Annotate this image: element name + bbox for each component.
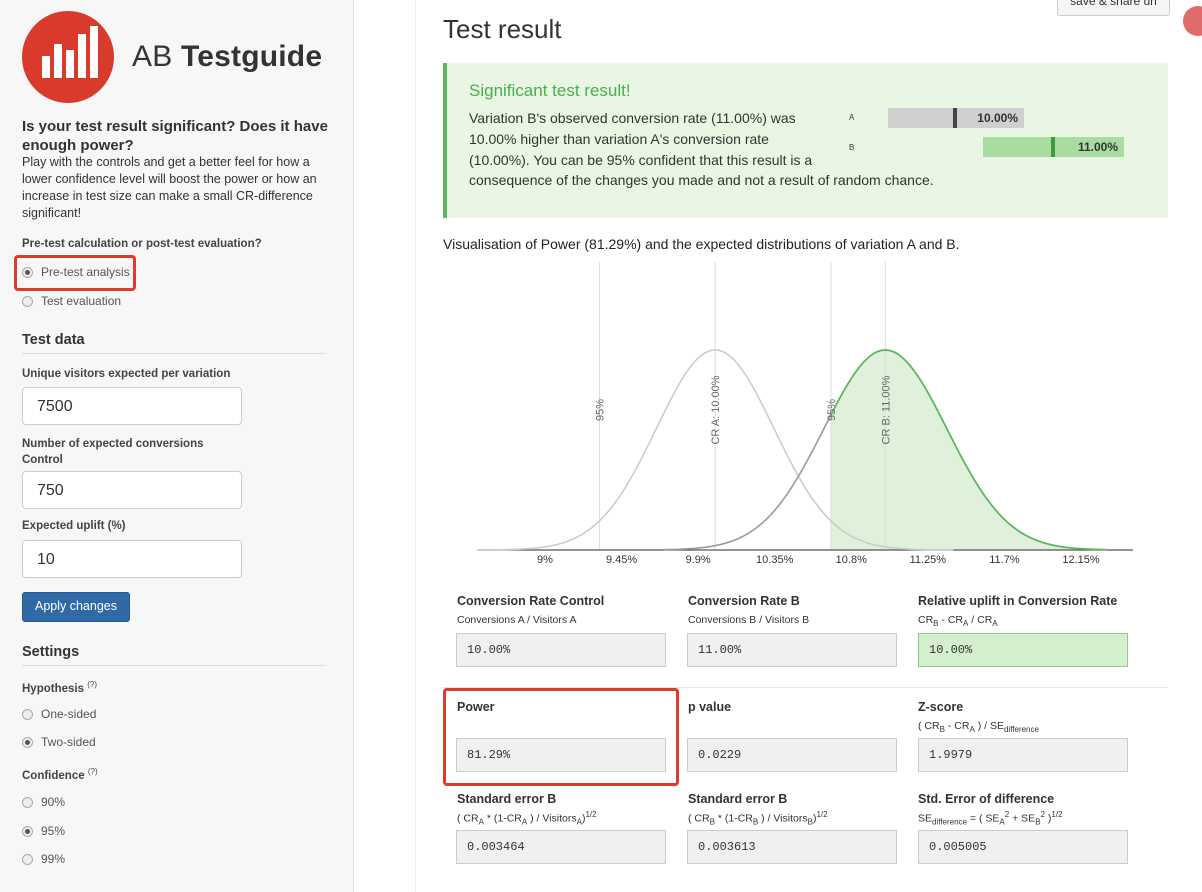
power-area	[830, 350, 1107, 550]
sidebar: AB Testguide Is your test result signifi…	[0, 0, 354, 892]
radio-one-sided[interactable]: One-sided	[22, 707, 96, 721]
cr-control-sub: Conversions A / Visitors A	[457, 614, 577, 626]
radio-indicator	[22, 736, 33, 748]
x-tick-label: 9%	[537, 554, 553, 566]
zscore-title: Z-score	[918, 700, 964, 714]
vline-label-2: 95%	[826, 399, 838, 421]
radio-confidence-95[interactable]: 95%	[22, 824, 65, 838]
conversions-label: Number of expected conversions Control	[22, 438, 204, 466]
x-tick-label: 10.35%	[756, 554, 794, 566]
vline-label-0: 95%	[594, 399, 606, 421]
bar-a-value: 10.00%	[977, 111, 1018, 125]
se-a-formula: ( CRA * (1-CRA ) / VisitorsA)1/2	[457, 810, 597, 827]
visitors-label: Unique visitors expected per variation	[22, 368, 231, 380]
bar-b-value: 11.00%	[1077, 140, 1118, 154]
radio-two-sided[interactable]: Two-sided	[22, 735, 96, 749]
bar-a-marker	[953, 108, 957, 128]
help-icon[interactable]: (?)	[87, 680, 97, 689]
se-diff-value: 0.005005	[918, 830, 1128, 864]
alert-tail: consequence of the changes you made and …	[469, 172, 934, 188]
se-b-title: Standard error B	[688, 792, 788, 806]
curve-b-left	[664, 414, 832, 551]
radio-test-evaluation[interactable]: Test evaluation	[22, 294, 121, 308]
se-a-value: 0.003464	[456, 830, 666, 864]
se-b-value: 0.003613	[687, 830, 897, 864]
bar-b: 11.00%	[983, 137, 1124, 157]
alert-body: Variation B's observed conversion rate (…	[469, 110, 813, 168]
logo-icon	[22, 11, 114, 103]
radio-indicator	[22, 266, 33, 278]
zscore-value: 1.9979	[918, 738, 1128, 772]
se-diff-formula: SEdifference = ( SEA2 + SEB2 )1/2	[918, 810, 1063, 827]
x-tick-label: 10.8%	[836, 554, 867, 566]
radio-pretest[interactable]: Pre-test analysis	[22, 265, 130, 279]
cr-b-title: Conversion Rate B	[688, 594, 800, 608]
save-share-button[interactable]: save & share url	[1057, 0, 1170, 16]
radio-indicator	[22, 295, 33, 307]
se-b-formula: ( CRB * (1-CRB ) / VisitorsB)1/2	[688, 810, 828, 827]
se-a-title: Standard error B	[457, 792, 557, 806]
x-tick-label: 9.9%	[686, 554, 711, 566]
visitors-input[interactable]: 7500	[22, 387, 242, 425]
power-title: Power	[457, 700, 495, 714]
radio-indicator	[22, 825, 33, 837]
power-value: 81.29%	[456, 738, 666, 772]
radio-indicator	[22, 853, 33, 865]
radio-confidence-99[interactable]: 99%	[22, 852, 65, 866]
distribution-chart: 95% CR A: 10.00% 95% CR B: 11.00% 9% 9.45% 9.9…	[476, 262, 1133, 566]
x-tick-label: 9.45%	[606, 554, 637, 566]
settings-heading: Settings	[22, 644, 325, 666]
se-diff-title: Std. Error of difference	[918, 792, 1055, 806]
hypothesis-label: Hypothesis (?)	[22, 680, 97, 695]
cr-b-value: 11.00%	[687, 633, 897, 667]
mode-question: Pre-test calculation or post-test evalua…	[22, 238, 262, 250]
uplift-title: Relative uplift in Conversion Rate	[918, 594, 1118, 608]
brand-name[interactable]: AB Testguide	[132, 40, 322, 74]
bar-a-label: A	[849, 113, 855, 122]
vline-label-3: CR B: 11.00%	[880, 375, 892, 444]
conversions-input[interactable]: 750	[22, 471, 242, 509]
radio-indicator	[22, 708, 33, 720]
x-tick-label: 11.25%	[910, 554, 947, 566]
pvalue-value: 0.0229	[687, 738, 897, 772]
alert-title: Significant test result!	[469, 81, 631, 100]
cr-control-title: Conversion Rate Control	[457, 594, 605, 608]
help-icon[interactable]: (?)	[88, 767, 98, 776]
confidence-label: Confidence (?)	[22, 767, 98, 782]
cr-b-sub: Conversions B / Visitors B	[688, 614, 810, 626]
cr-control-value: 10.00%	[456, 633, 666, 667]
page-title: Test result	[443, 14, 562, 44]
intro-text: Play with the controls and get a better …	[22, 155, 317, 220]
apply-changes-button[interactable]: Apply changes	[22, 592, 130, 622]
radio-confidence-90[interactable]: 90%	[22, 795, 65, 809]
bar-b-marker	[1051, 137, 1055, 157]
uplift-formula: CRB - CRA / CRA	[918, 614, 998, 629]
x-tick-label: 12.15%	[1062, 554, 1100, 566]
uplift-label: Expected uplift (%)	[22, 520, 126, 532]
radio-indicator	[22, 796, 33, 808]
uplift-value: 10.00%	[918, 633, 1128, 667]
uplift-input[interactable]: 10	[22, 540, 242, 578]
zscore-formula: ( CRB - CRA ) / SEdifference	[918, 720, 1039, 735]
pvalue-title: p value	[688, 700, 732, 714]
result-alert: Significant test result! Variation B's o…	[443, 63, 1168, 218]
bar-a: 10.00%	[888, 108, 1024, 128]
visualisation-title: Visualisation of Power (81.29%) and the …	[443, 236, 960, 252]
bar-b-label: B	[849, 143, 855, 152]
intro-title: Is your test result significant? Does it…	[22, 118, 328, 154]
test-data-heading: Test data	[22, 332, 325, 354]
x-tick-label: 11.7%	[989, 554, 1020, 566]
vline-label-1: CR A: 10.00%	[710, 375, 722, 444]
